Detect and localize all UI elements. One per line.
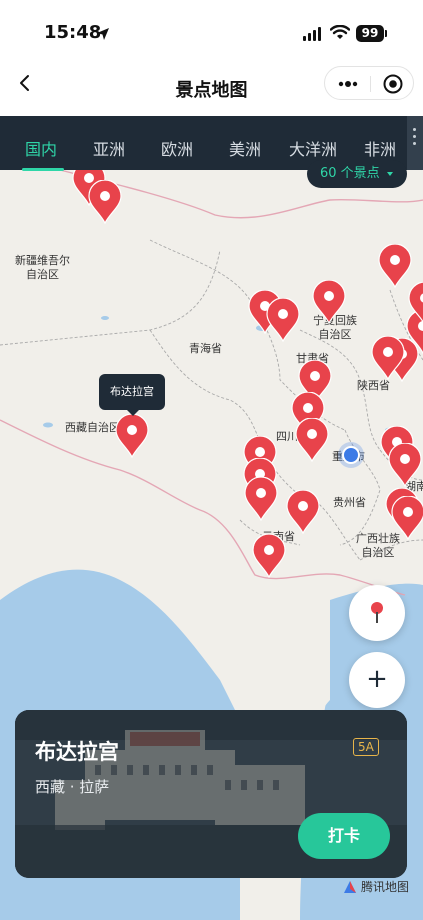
map-marker-pin[interactable] [252,534,286,578]
tencent-map-logo-icon [344,880,356,893]
map-marker-pin[interactable] [388,443,422,487]
location-arrow-icon [97,28,109,40]
selected-spot-tooltip: 布达拉宫 [99,374,165,416]
map-marker-pin[interactable] [408,282,423,326]
tab-active-indicator [22,168,64,171]
nav-bar: 景点地图 [0,62,423,116]
cellular-signal-icon [303,27,321,41]
map-marker-pin[interactable] [286,490,320,534]
caret-down-icon [387,172,393,176]
spot-name: 布达拉宫 [35,740,119,764]
spot-location: 西藏 · 拉萨 [35,778,110,796]
zoom-in-button[interactable]: + [349,652,405,708]
map-marker-pin[interactable] [115,414,149,458]
map-marker-pin[interactable] [312,280,346,324]
status-time: 15:48 [44,22,102,43]
current-location-dot [342,446,360,464]
region-label-qinghai: 青海省 [189,342,222,355]
map-marker-pin[interactable] [378,244,412,288]
region-label-xinjiang: 新疆维吾尔 自治区 [15,254,70,281]
map-marker-pin[interactable] [244,477,278,521]
attribution-text: 腾讯地图 [361,880,410,894]
map-marker-pin[interactable] [295,418,329,462]
tabs-expand-handle[interactable] [407,116,423,170]
locate-button[interactable] [349,585,405,641]
spot-grade-badge: 5A [353,738,379,756]
region-label-tibet: 西藏自治区 [65,421,120,434]
region-label-guizhou: 贵州省 [333,496,366,509]
map-attribution: 腾讯地图 [342,878,409,895]
mini-program-capsule [324,66,414,100]
tab-oceania[interactable]: 大洋洲 [289,136,337,160]
map-pin-icon [371,602,383,623]
close-target-icon[interactable] [381,72,405,96]
battery-icon: 99 [356,25,387,42]
spot-card[interactable]: 布达拉宫 西藏 · 拉萨 5A 打卡 [15,710,407,878]
map-marker-pin[interactable] [88,180,122,224]
map-marker-pin[interactable] [391,496,423,540]
tab-africa[interactable]: 非洲 [364,136,396,160]
tab-europe[interactable]: 欧洲 [161,136,193,160]
more-dots-icon[interactable] [335,74,361,94]
map-marker-pin[interactable] [266,298,300,342]
checkin-button[interactable]: 打卡 [298,813,390,859]
tab-americas[interactable]: 美洲 [229,136,261,160]
spot-count-selector[interactable]: 60 个景点 [307,160,407,188]
spot-count-label: 60 个景点 [320,166,380,181]
wifi-icon [330,25,350,39]
tab-asia[interactable]: 亚洲 [93,136,125,160]
map-marker-pin[interactable] [371,336,405,380]
tab-domestic[interactable]: 国内 [25,136,57,160]
status-bar: 15:48 99 [0,0,423,62]
